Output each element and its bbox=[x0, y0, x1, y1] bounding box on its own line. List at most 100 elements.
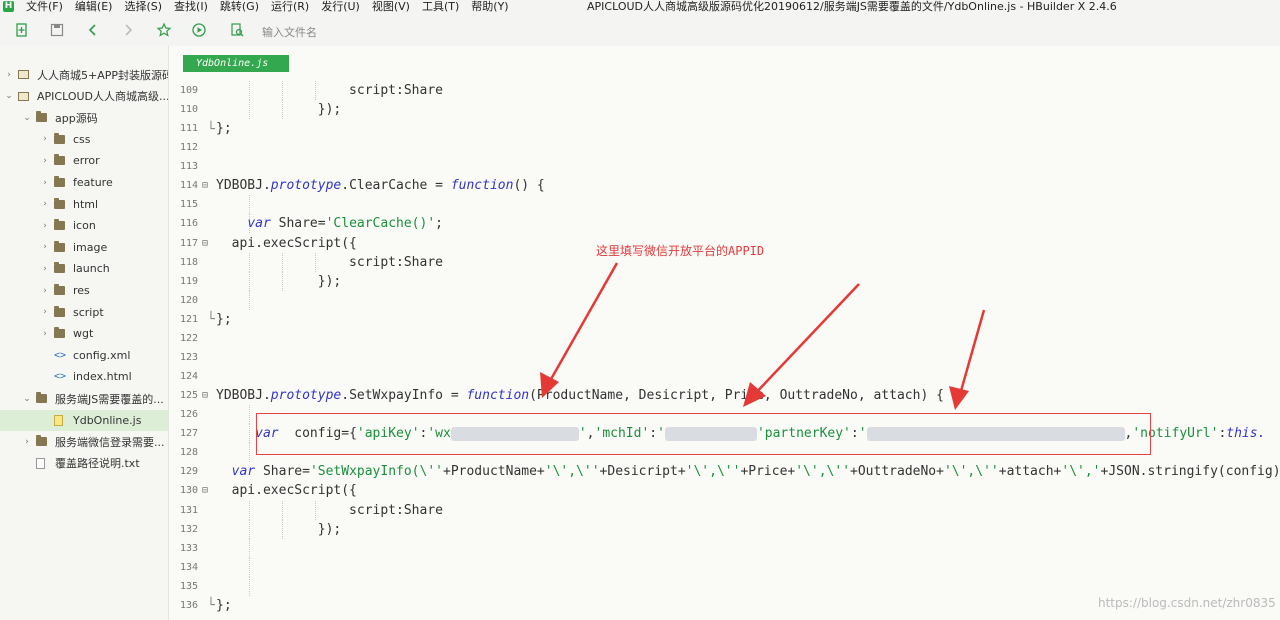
chevron-right-icon[interactable]: › bbox=[40, 242, 50, 252]
chevron-right-icon[interactable]: › bbox=[40, 286, 50, 296]
line-number: 124 bbox=[179, 371, 198, 383]
code-text[interactable]: }); bbox=[216, 520, 342, 539]
tree-item[interactable]: › script bbox=[0, 302, 168, 323]
chevron-right-icon[interactable]: › bbox=[40, 264, 50, 274]
menu-item-2[interactable]: 选择(S) bbox=[124, 0, 162, 13]
code-token: this. bbox=[1226, 426, 1266, 442]
tree-item[interactable]: › css bbox=[0, 129, 168, 150]
tree-item[interactable]: › launch bbox=[0, 258, 168, 279]
tree-item[interactable]: › wgt bbox=[0, 323, 168, 344]
tree-item[interactable]: › image bbox=[0, 237, 168, 258]
menu-item-6[interactable]: 发行(U) bbox=[321, 0, 360, 13]
line-number: 111 bbox=[179, 123, 198, 135]
line-number: 115 bbox=[179, 199, 198, 211]
tree-item[interactable]: › html bbox=[0, 194, 168, 215]
tab-ydbonline-js[interactable]: YdbOnline.js bbox=[183, 55, 289, 72]
code-text[interactable]: }; bbox=[216, 119, 232, 138]
chevron-right-icon[interactable]: › bbox=[40, 221, 50, 231]
code-token: var bbox=[231, 464, 256, 480]
folder-icon bbox=[54, 132, 68, 145]
chevron-down-icon[interactable]: ⌄ bbox=[22, 394, 32, 404]
tree-item[interactable]: ⌄ 服务端JS需要覆盖的... bbox=[0, 388, 168, 409]
chevron-right-icon[interactable]: › bbox=[40, 307, 50, 317]
code-text[interactable]: script:Share bbox=[216, 81, 443, 100]
tree-item[interactable]: › res bbox=[0, 280, 168, 301]
tree-item[interactable]: › icon bbox=[0, 215, 168, 236]
tree-item[interactable]: › error bbox=[0, 150, 168, 171]
fold-toggle-icon[interactable]: ⊟ bbox=[202, 386, 208, 405]
chevron-right-icon[interactable]: › bbox=[22, 437, 32, 447]
code-line: 115 bbox=[169, 195, 1280, 215]
chevron-right-icon[interactable]: › bbox=[40, 134, 50, 144]
code-text[interactable]: }; bbox=[216, 310, 232, 329]
menu-item-1[interactable]: 编辑(E) bbox=[75, 0, 113, 13]
code-text[interactable]: YDBOBJ.prototype.SetWxpayInfo = function… bbox=[216, 386, 944, 405]
code-text[interactable]: YDBOBJ.prototype.ClearCache = function()… bbox=[216, 176, 545, 195]
tree-item[interactable]: <> config.xml bbox=[0, 345, 168, 366]
code-text[interactable]: script:Share bbox=[216, 501, 443, 520]
tree-item[interactable]: › 人人商城5+APP封装版源码 bbox=[0, 64, 168, 85]
code-text[interactable]: }); bbox=[216, 272, 342, 291]
chevron-right-icon[interactable]: › bbox=[40, 329, 50, 339]
menu-item-0[interactable]: 文件(F) bbox=[26, 0, 63, 13]
menu-item-9[interactable]: 帮助(Y) bbox=[471, 0, 508, 13]
run-icon[interactable] bbox=[191, 22, 207, 38]
chevron-right-icon[interactable]: › bbox=[40, 199, 50, 209]
code-token: '\',\'' bbox=[544, 464, 600, 480]
highlight-box bbox=[256, 413, 1151, 455]
line-number: 134 bbox=[179, 561, 198, 573]
fold-toggle-icon[interactable]: ⊟ bbox=[202, 481, 208, 500]
browser-preview-icon[interactable] bbox=[229, 22, 245, 38]
line-number: 120 bbox=[179, 294, 198, 306]
tree-item[interactable]: <> index.html bbox=[0, 366, 168, 387]
back-icon[interactable] bbox=[85, 22, 101, 38]
chevron-down-icon[interactable]: ⌄ bbox=[22, 113, 32, 123]
menu-item-5[interactable]: 运行(R) bbox=[271, 0, 309, 13]
folder-icon bbox=[54, 240, 68, 253]
code-token: }); bbox=[216, 273, 342, 289]
code-text[interactable]: var Share='SetWxpayInfo(\''+ProductName+… bbox=[216, 462, 1280, 481]
tree-item[interactable]: › 服务端微信登录需要... bbox=[0, 431, 168, 452]
menu-item-3[interactable]: 查找(I) bbox=[174, 0, 208, 13]
code-line: 114 ⊟ YDBOBJ.prototype.ClearCache = functi… bbox=[169, 176, 1280, 195]
tree-item-label: launch bbox=[73, 262, 110, 276]
menu-item-7[interactable]: 视图(V) bbox=[372, 0, 410, 13]
code-token: api.execScript({ bbox=[216, 483, 357, 499]
project-explorer: › 人人商城5+APP封装版源码 ⌄ APICLOUD人人商城高级... ⌄ app源码 ›… bbox=[0, 46, 169, 620]
watermark: https://blog.csdn.net/zhr0835 bbox=[1098, 596, 1276, 610]
code-text[interactable]: var Share='ClearCache()'; bbox=[216, 214, 443, 233]
code-line: 134 bbox=[169, 557, 1280, 577]
code-token: YDBOBJ. bbox=[216, 178, 271, 194]
code-line: 120 bbox=[169, 290, 1280, 310]
code-editor[interactable]: YdbOnline.js └ └ └ 109 script:Share 110 }… bbox=[169, 46, 1280, 620]
tree-item[interactable]: › feature bbox=[0, 172, 168, 193]
code-text[interactable]: script:Share bbox=[216, 253, 443, 272]
code-token: script:Share bbox=[216, 83, 443, 98]
code-text[interactable]: }); bbox=[216, 100, 342, 119]
tree-item[interactable]: YdbOnline.js bbox=[0, 409, 168, 431]
forward-icon[interactable] bbox=[120, 22, 136, 38]
code-text[interactable]: api.execScript({ bbox=[216, 234, 357, 253]
code-text[interactable]: api.execScript({ bbox=[216, 481, 357, 500]
star-icon[interactable] bbox=[156, 22, 172, 38]
tree-item[interactable]: ⌄ APICLOUD人人商城高级... bbox=[0, 86, 168, 107]
chevron-right-icon[interactable]: › bbox=[40, 156, 50, 166]
tree-item[interactable]: ⌄ app源码 bbox=[0, 107, 168, 128]
code-token: }); bbox=[216, 102, 342, 118]
chevron-right-icon[interactable]: › bbox=[40, 178, 50, 188]
code-text[interactable]: }; bbox=[216, 596, 232, 615]
indent-guide bbox=[249, 443, 250, 463]
save-icon[interactable] bbox=[49, 22, 65, 38]
tree-item-label: config.xml bbox=[73, 348, 131, 362]
new-file-icon[interactable] bbox=[14, 22, 30, 38]
menu-item-4[interactable]: 跳转(G) bbox=[220, 0, 259, 13]
chevron-down-icon[interactable]: ⌄ bbox=[4, 91, 14, 101]
file-search-input[interactable]: 输入文件名 bbox=[262, 24, 317, 40]
fold-toggle-icon[interactable]: ⊟ bbox=[202, 176, 208, 195]
line-number: 109 bbox=[179, 85, 198, 96]
line-number: 118 bbox=[179, 256, 198, 268]
tree-item[interactable]: 覆盖路径说明.txt bbox=[0, 453, 168, 474]
fold-toggle-icon[interactable]: ⊟ bbox=[202, 234, 208, 253]
menu-item-8[interactable]: 工具(T) bbox=[422, 0, 459, 13]
chevron-right-icon[interactable]: › bbox=[4, 70, 14, 80]
